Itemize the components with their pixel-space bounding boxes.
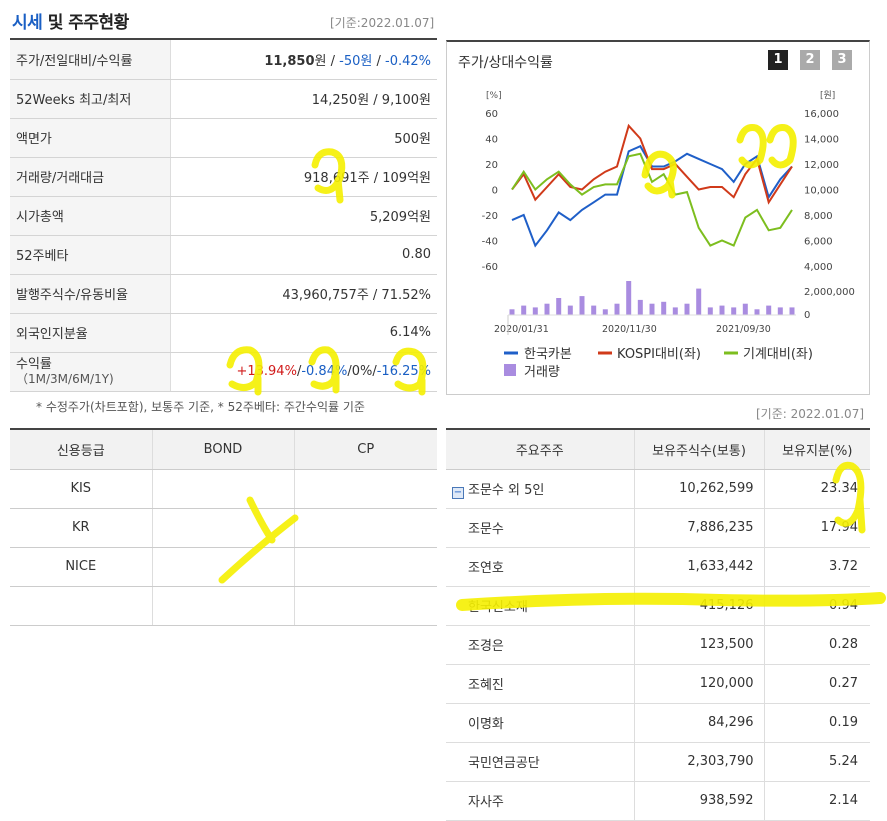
y-tick-label: -60	[482, 262, 498, 273]
volume-tick-label: 0	[804, 310, 810, 321]
volume-bar	[742, 303, 748, 315]
volume-bar	[591, 305, 597, 315]
y2-tick-label: 16,000	[804, 109, 839, 120]
y-tick-label: 60	[485, 109, 498, 120]
y2-tick-label: 14,000	[804, 135, 839, 146]
table-row: NICE	[10, 547, 437, 587]
volume-bar	[707, 307, 713, 315]
column-header: 보유지분(%)	[764, 429, 870, 470]
column-header: 주요주주	[446, 429, 635, 470]
y-tick-label: 40	[485, 135, 498, 146]
section-title: 시세 및 주주현황	[12, 13, 129, 33]
y-tick-label: 0	[492, 186, 498, 197]
table-row: 주가/전일대비/수익률 11,850원 / -50원 / -0.42%	[10, 40, 437, 80]
table-row: 52주베타 0.80	[10, 235, 437, 275]
volume-bar	[509, 309, 515, 315]
volume-bar	[614, 303, 620, 315]
column-header: 보유주식수(보통)	[634, 429, 765, 470]
volume-bar	[626, 281, 632, 315]
column-header: CP	[294, 429, 437, 470]
y-tick-label: 20	[485, 160, 498, 171]
share-basis-date: [기준: 2022.01.07]	[756, 407, 865, 421]
table-row: 한국신소재 415,126 0.94	[446, 586, 870, 626]
basis-date: [기준:2022.01.07]	[330, 16, 435, 30]
table-row: 국민연금공단 2,303,790 5.24	[446, 742, 870, 782]
legend-swatch	[504, 364, 516, 376]
footnote: * 수정주가(차트포함), 보통주 기준, * 52주베타: 주간수익률 기준	[36, 400, 365, 414]
table-row: − 조문수 외 5인 10,262,599 23.34	[446, 469, 870, 509]
volume-bar	[521, 305, 527, 315]
volume-tick-label: 2,000,000	[804, 287, 855, 298]
volume-bar	[731, 307, 737, 315]
x-tick-label: 2021/09/30	[716, 324, 771, 335]
column-header: 신용등급	[10, 429, 153, 470]
volume-bar	[602, 309, 608, 315]
table-row: KIS	[10, 469, 437, 509]
volume-bar	[754, 309, 760, 315]
legend-label: 기계대비(좌)	[743, 347, 813, 362]
y-tick-label: -20	[482, 211, 498, 222]
table-row: 자사주 938,592 2.14	[446, 781, 870, 821]
table-row: 발행주식수/유동비율 43,960,757주 / 71.52%	[10, 274, 437, 314]
series-line	[511, 144, 793, 248]
table-row: 액면가 500원	[10, 118, 437, 158]
table-row: 거래량/거래대금 918,691주 / 109억원	[10, 157, 437, 197]
quote-table: 주가/전일대비/수익률 11,850원 / -50원 / -0.42% 52We…	[10, 40, 437, 392]
legend-label: 거래량	[524, 365, 560, 380]
table-row	[10, 586, 437, 626]
returns-value: +13.94%/-0.84%/0%/-16.25%	[170, 352, 437, 392]
volume-bar	[567, 305, 573, 315]
table-row: 조문수 7,886,235 17.94	[446, 508, 870, 548]
table-row: 조혜진 120,000 0.27	[446, 664, 870, 704]
volume-bar	[544, 303, 550, 315]
table-row: 이명화 84,296 0.19	[446, 703, 870, 743]
volume-bar	[649, 303, 655, 315]
shareholder-table: 주요주주 보유주식수(보통) 보유지분(%) − 조문수 외 5인 10,262,…	[446, 428, 870, 821]
chart-page-1-button[interactable]: 1	[768, 50, 788, 70]
series-line	[511, 123, 793, 205]
y-tick-label: -40	[482, 237, 498, 248]
returns-label: 수익률 （1M/3M/6M/1Y)	[10, 352, 171, 392]
price-relative-chart: [%] [원] 60 40 20 0 -20 -40 -60 16,000 14,000 12,0…	[482, 90, 855, 380]
y2-tick-label: 6,000	[804, 237, 833, 248]
column-header: BOND	[152, 429, 295, 470]
y2-tick-label: 8,000	[804, 211, 833, 222]
x-tick-label: 2020/01/31	[494, 324, 549, 335]
y2-tick-label: 4,000	[804, 262, 833, 273]
y2-tick-label: 10,000	[804, 186, 839, 197]
volume-bar	[637, 299, 643, 315]
y2-tick-label: 12,000	[804, 160, 839, 171]
table-row: 52Weeks 최고/최저 14,250원 / 9,100원	[10, 79, 437, 119]
volume-bar	[684, 303, 690, 315]
chart-title: 주가/상대수익률	[458, 55, 553, 71]
volume-bar	[696, 288, 702, 315]
left-axis-unit: [%]	[486, 91, 502, 101]
chart-page-2-button[interactable]: 2	[800, 50, 820, 70]
row-label: 주가/전일대비/수익률	[10, 40, 171, 80]
volume-bar	[766, 305, 772, 315]
volume-bar	[556, 298, 562, 315]
right-axis-unit: [원]	[820, 90, 835, 101]
legend-label: KOSPI대비(좌)	[617, 347, 701, 362]
credit-rating-table: 신용등급 BOND CP KIS KR NICE	[10, 428, 437, 626]
table-row: 조연호 1,633,442 3.72	[446, 547, 870, 587]
table-row: 시가총액 5,209억원	[10, 196, 437, 236]
volume-bar	[532, 307, 538, 315]
price-change-value: 11,850원 / -50원 / -0.42%	[170, 40, 437, 80]
chart-page-3-button[interactable]: 3	[832, 50, 852, 70]
table-row: 조경은 123,500 0.28	[446, 625, 870, 665]
table-row: 수익률 （1M/3M/6M/1Y) +13.94%/-0.84%/0%/-16.2…	[10, 352, 437, 392]
volume-bar	[789, 307, 795, 315]
volume-bar	[579, 296, 585, 315]
volume-bar	[777, 307, 783, 315]
volume-bar	[719, 305, 725, 315]
table-row: KR	[10, 508, 437, 548]
volume-bar	[661, 301, 667, 315]
volume-bar	[672, 307, 678, 315]
legend-label: 한국카본	[524, 347, 572, 362]
table-row: 외국인지분율 6.14%	[10, 313, 437, 353]
x-tick-label: 2020/11/30	[602, 324, 657, 335]
collapse-icon[interactable]: −	[452, 486, 464, 499]
